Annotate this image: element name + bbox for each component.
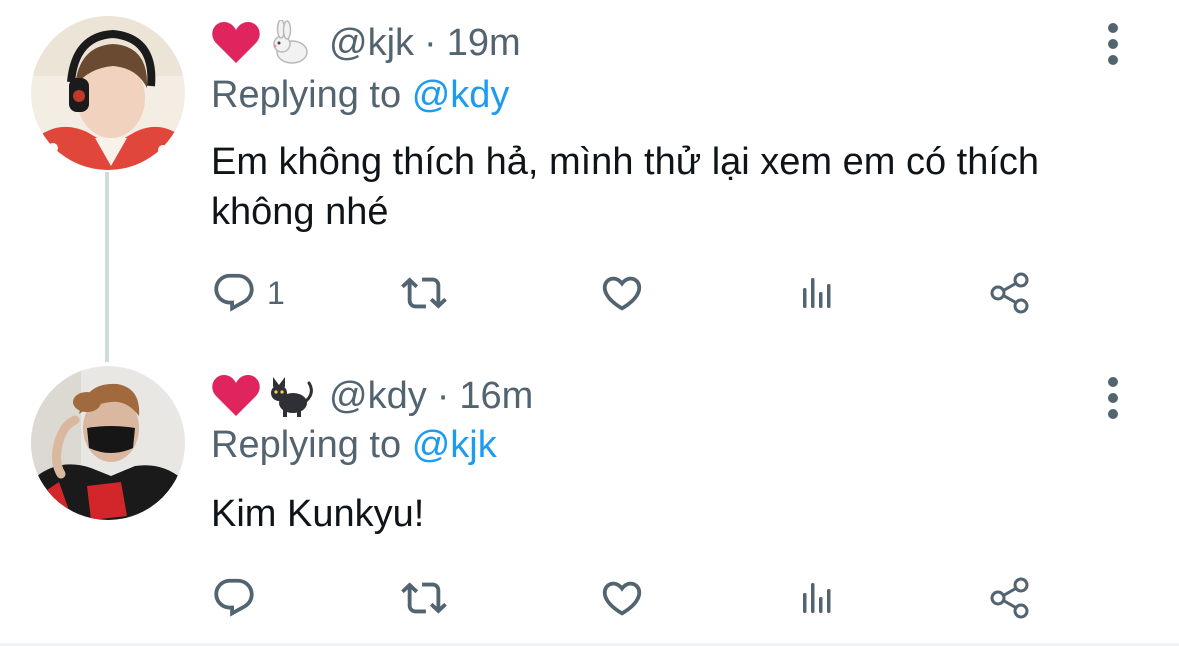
- heart-outline-icon: [602, 581, 642, 616]
- user-handle[interactable]: @kdy: [329, 375, 427, 417]
- tweet-header: @kjk · 19m: [211, 15, 521, 71]
- avatar[interactable]: [31, 366, 185, 520]
- retweet-button[interactable]: [401, 263, 447, 323]
- reply-button[interactable]: [211, 568, 267, 628]
- views-button[interactable]: [795, 568, 841, 628]
- like-button[interactable]: [599, 568, 645, 628]
- black-cat-icon: [265, 373, 315, 419]
- reply-count: 1: [267, 274, 285, 311]
- replying-to-mention[interactable]: @kdy: [412, 74, 510, 116]
- replying-to: Replying to @kdy: [211, 74, 509, 117]
- tweet-text: Em không thích hả, mình thử lại xem em c…: [211, 141, 1040, 233]
- user-handle[interactable]: @kjk: [329, 22, 414, 64]
- reply-icon: [214, 578, 254, 617]
- reply-button[interactable]: 1: [211, 263, 285, 323]
- share-icon: [990, 272, 1029, 314]
- tweet-actions: 1: [211, 263, 1111, 323]
- more-options-button[interactable]: [1095, 14, 1131, 74]
- replying-to-mention[interactable]: @kjk: [412, 424, 497, 466]
- tweet-actions: [211, 568, 1111, 628]
- bar-chart-icon: [803, 583, 831, 613]
- share-button[interactable]: [987, 263, 1033, 323]
- more-options-button[interactable]: [1095, 368, 1131, 428]
- tweet-timestamp[interactable]: 19m: [447, 22, 521, 64]
- bar-chart-icon: [803, 278, 831, 308]
- red-heart-icon: [211, 373, 261, 419]
- views-button[interactable]: [795, 263, 841, 323]
- like-button[interactable]: [599, 263, 645, 323]
- rabbit-icon: [265, 20, 315, 66]
- retweet-icon: [401, 277, 447, 309]
- retweet-button[interactable]: [401, 568, 447, 628]
- tweet-meta: @kdy · 16m: [329, 375, 533, 418]
- share-button[interactable]: [987, 568, 1033, 628]
- meta-separator: ·: [424, 21, 437, 64]
- tweet-meta: @kjk · 19m: [329, 22, 521, 65]
- replying-to: Replying to @kjk: [211, 424, 497, 467]
- tweet-text: Kim Kunkyu!: [211, 493, 425, 535]
- more-vertical-icon: [1108, 23, 1118, 65]
- tweet-header: @kdy · 16m: [211, 368, 533, 424]
- replying-to-label: Replying to: [211, 74, 402, 116]
- more-vertical-icon: [1108, 377, 1118, 419]
- meta-separator: ·: [436, 374, 450, 417]
- heart-outline-icon: [602, 276, 642, 311]
- reply-icon: [214, 273, 254, 312]
- retweet-icon: [401, 582, 447, 614]
- tweet[interactable]: @kdy · 16m Replying to @kjk Kim Kunkyu!: [0, 346, 1179, 646]
- avatar[interactable]: [31, 16, 185, 170]
- red-heart-icon: [211, 20, 261, 66]
- replying-to-label: Replying to: [211, 424, 402, 466]
- tweet[interactable]: @kjk · 19m Replying to @kdy Em không thích…: [0, 0, 1179, 340]
- tweet-timestamp[interactable]: 16m: [459, 375, 533, 417]
- share-icon: [990, 577, 1029, 619]
